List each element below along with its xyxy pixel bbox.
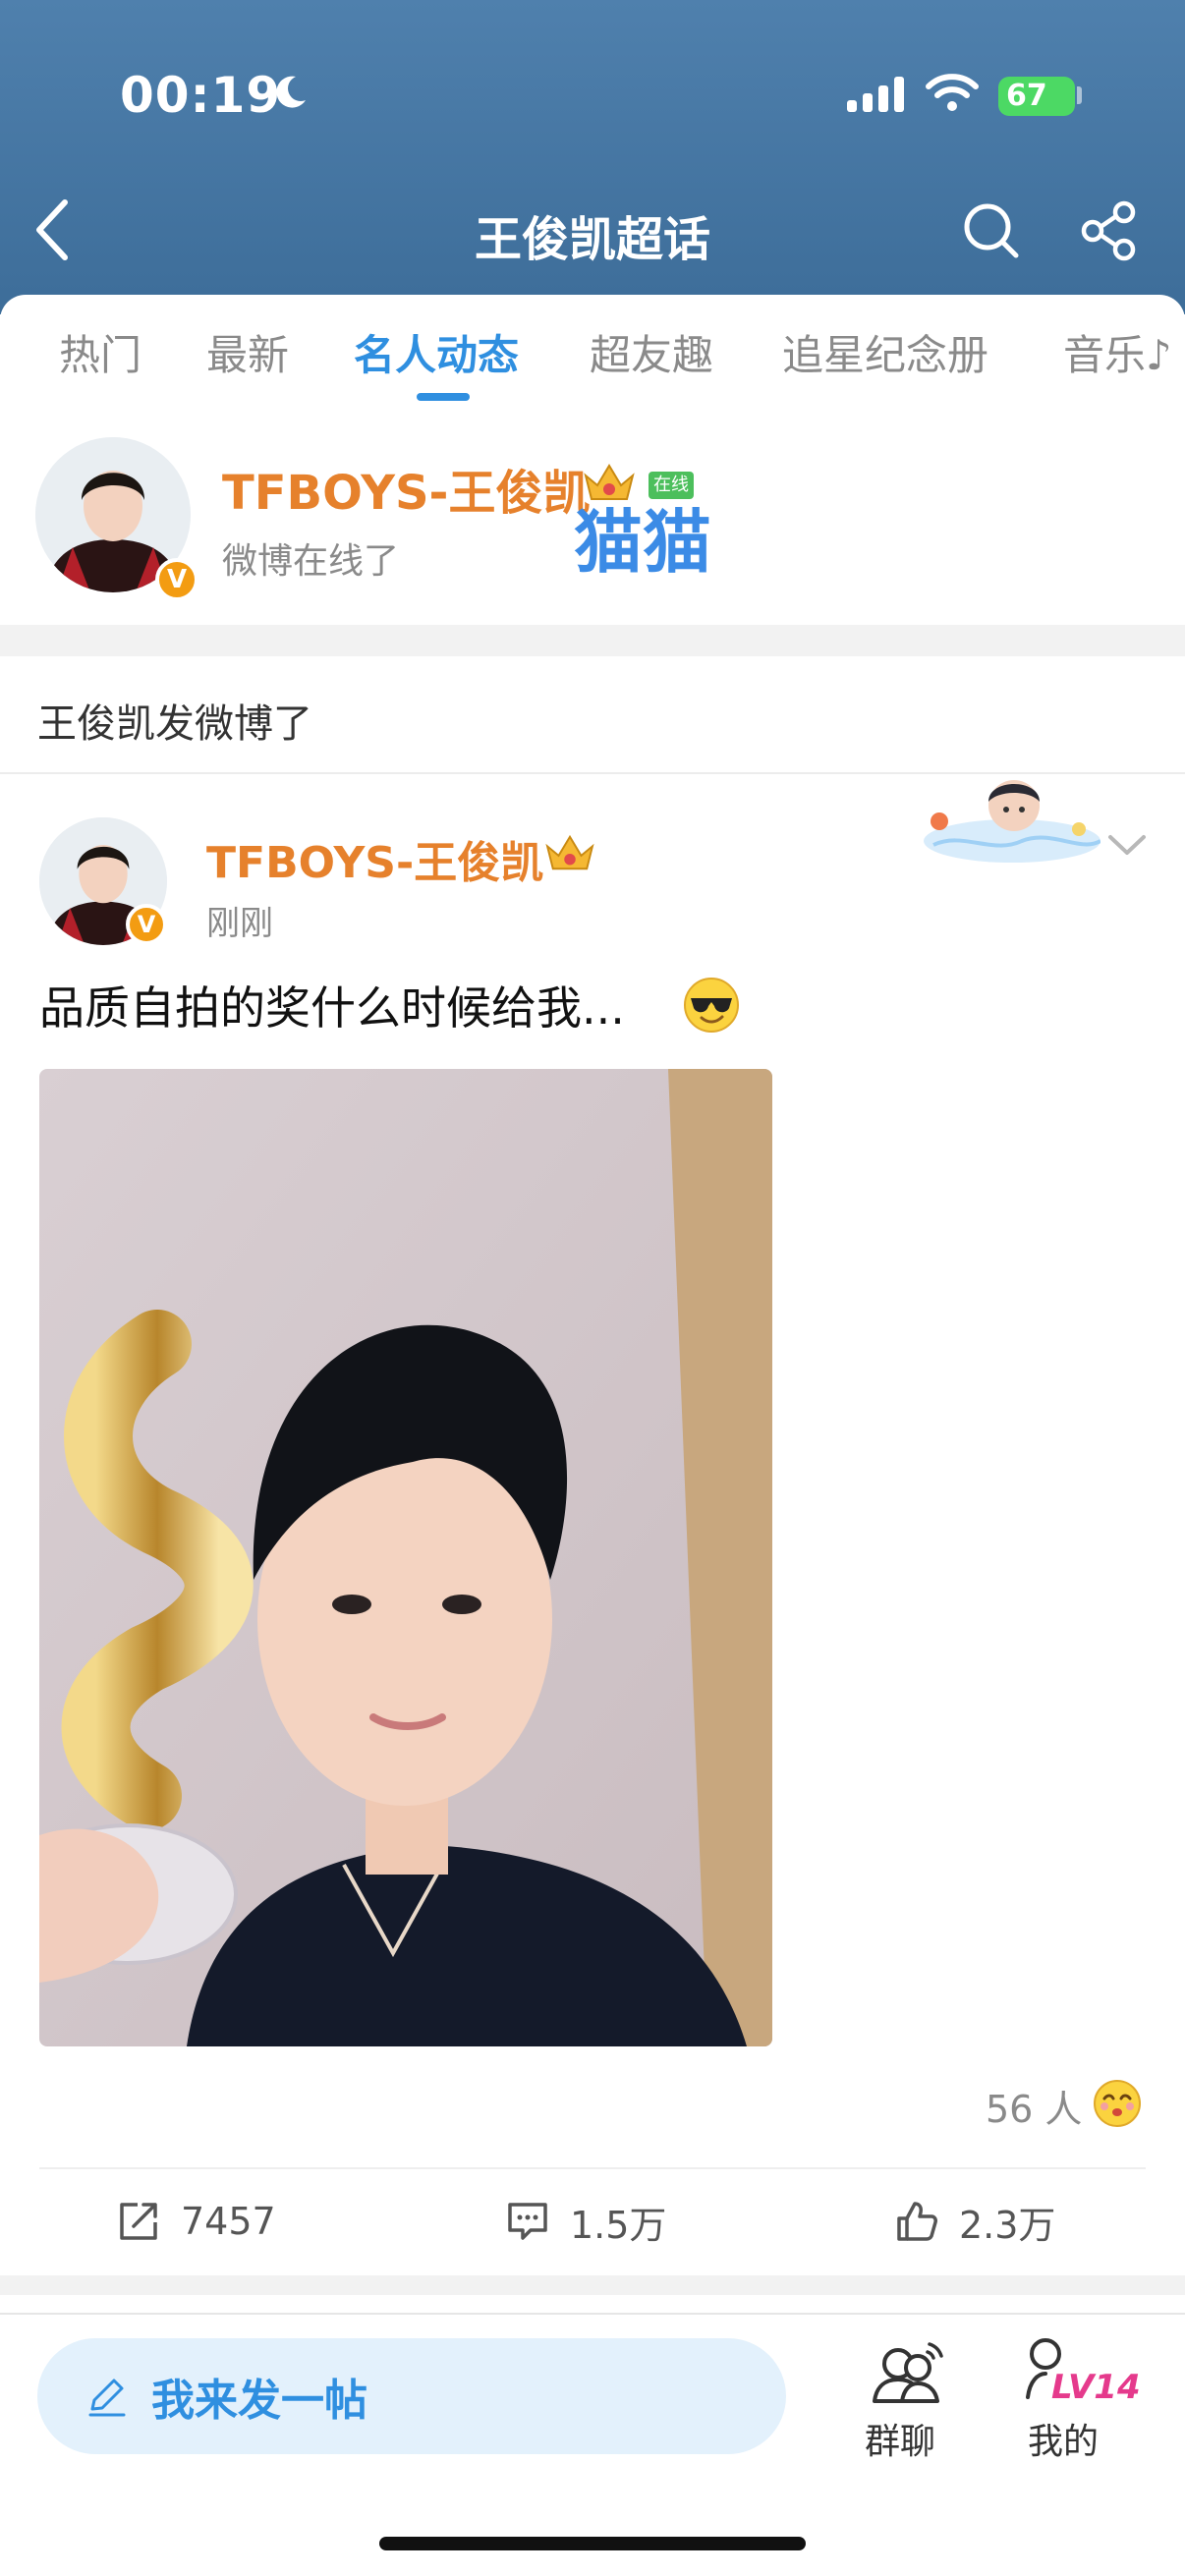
kiss-emoji-icon: [1094, 2080, 1141, 2127]
group-chat-icon[interactable]: [867, 2334, 949, 2417]
status-time: 00:19: [120, 67, 282, 124]
battery-cap: [1077, 86, 1082, 104]
level-badge: LV14: [1051, 2368, 1141, 2407]
tab-hot[interactable]: 热门: [59, 322, 141, 382]
like-count: 2.3万: [959, 2203, 1056, 2247]
wifi-icon: [926, 74, 979, 111]
tab-music[interactable]: 音乐♪: [1063, 322, 1172, 382]
search-icon[interactable]: [961, 200, 1022, 261]
comment-count: 1.5万: [570, 2203, 667, 2247]
active-tab-indicator: [417, 393, 470, 401]
compose-post-button[interactable]: 我来发一帖: [37, 2338, 786, 2454]
celebrity-name[interactable]: TFBOYS-王俊凯: [222, 454, 590, 523]
share-icon[interactable]: [1079, 200, 1140, 261]
tab-fan-fun[interactable]: 超友趣: [590, 322, 713, 382]
verified-badge-icon: V: [126, 904, 167, 945]
comment-icon: [508, 2203, 547, 2240]
moon-icon: [276, 76, 306, 108]
repost-count: 7457: [181, 2200, 276, 2243]
tab-celebrity-updates[interactable]: 名人动态: [354, 322, 519, 382]
battery-indicator: 67: [998, 77, 1075, 116]
home-indicator[interactable]: [379, 2537, 806, 2550]
post-author-name[interactable]: TFBOYS-王俊凯: [206, 827, 543, 890]
section-separator: [0, 2275, 1185, 2295]
decorative-sticker-icon: [924, 780, 1100, 863]
pencil-icon: [88, 2379, 126, 2417]
tab-latest[interactable]: 最新: [206, 322, 289, 382]
crown-badge-icon: [545, 834, 594, 870]
section-separator: [0, 625, 1185, 656]
post-photo[interactable]: [39, 1069, 772, 2046]
nickname-overlay: 猫猫: [574, 502, 711, 583]
celebrity-status: 微博在线了: [222, 541, 400, 582]
group-chat-label[interactable]: 群聊: [865, 2413, 935, 2464]
repost-icon: [120, 2203, 157, 2240]
thumbs-up-icon: [897, 2202, 937, 2241]
selfie-with-trophy-image: [39, 1069, 772, 2046]
tab-star-album[interactable]: 追星纪念册: [782, 322, 988, 382]
post-time: 刚刚: [206, 904, 273, 943]
like-button[interactable]: 2.3万: [894, 2187, 1055, 2256]
sunglasses-emoji-icon: [684, 978, 739, 1033]
repost-button[interactable]: 7457: [116, 2187, 276, 2256]
signal-icon: [847, 77, 904, 112]
post-text: 品质自拍的奖什么时候给我...: [39, 981, 625, 1035]
chevron-down-icon[interactable]: [1104, 827, 1150, 863]
section-title: 王俊凯发微博了: [37, 701, 312, 747]
compose-label: 我来发一帖: [151, 2376, 367, 2426]
divider: [39, 2167, 1146, 2169]
comment-button[interactable]: 1.5万: [505, 2187, 666, 2256]
me-label[interactable]: 我的: [1028, 2413, 1099, 2464]
bottom-bar-border: [0, 2313, 1185, 2315]
likers-count[interactable]: 56 人: [986, 2079, 1082, 2133]
verified-badge-icon: V: [155, 558, 198, 601]
